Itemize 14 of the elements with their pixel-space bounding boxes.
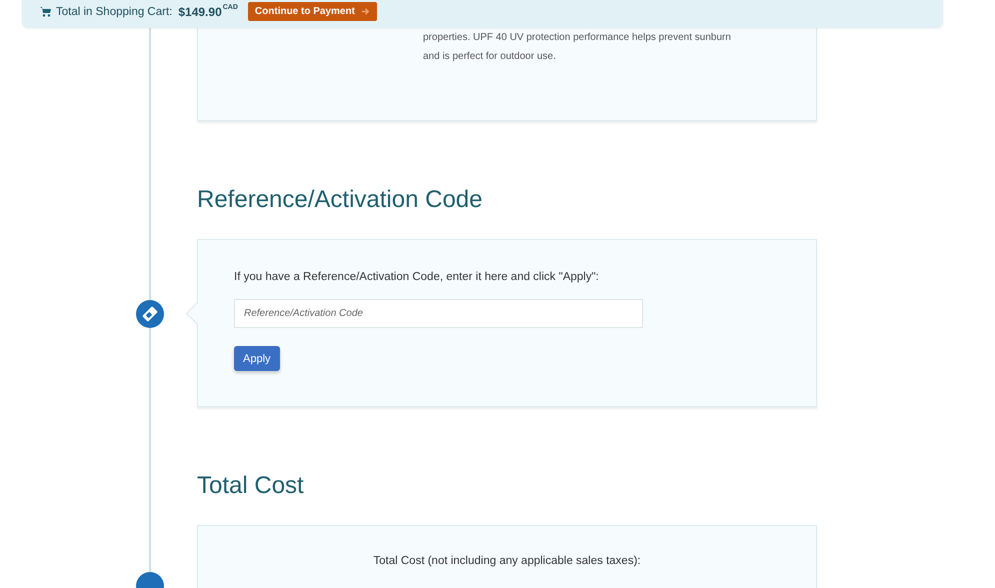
cart-total-label: Total in Shopping Cart: xyxy=(56,6,172,18)
cart-icon xyxy=(40,6,52,16)
cart-total-amount: $149.90 xyxy=(178,4,222,18)
product-description: and is perfect for outdoor use. xyxy=(423,50,557,64)
section-heading: Total Cost xyxy=(197,471,305,501)
product-description: properties. UPF 40 UV protection performance helps prevent sunburn xyxy=(423,31,732,45)
ticket-icon xyxy=(136,300,164,328)
instruction-text: If you have a Reference/Activation Code, enter it here and click "Apply": xyxy=(234,270,600,285)
code-input-field[interactable]: Reference/Activation Code xyxy=(234,299,643,328)
apply-button[interactable]: Apply xyxy=(234,346,280,371)
arrow-icon xyxy=(360,7,370,16)
continue-to-payment-button[interactable]: Continue to Payment xyxy=(248,2,377,21)
section-heading: Reference/Activation Code xyxy=(197,185,484,215)
total-cost-label: Total Cost (not including any applicable sales taxes): xyxy=(372,555,642,567)
